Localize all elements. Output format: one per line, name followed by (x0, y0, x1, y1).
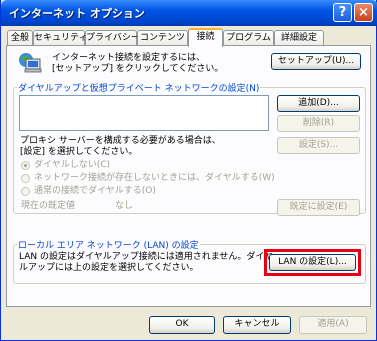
tab-content[interactable]: コンテンツ (137, 30, 188, 46)
radio-dial-when-no-network-label: ネットワーク接続が存在しないときには、ダイヤルする(W) (34, 173, 275, 183)
tab-privacy[interactable]: プライバシー (85, 30, 140, 46)
cancel-button[interactable]: キャンセル (223, 316, 291, 334)
radio-never-dial[interactable] (21, 161, 30, 170)
internet-options-dialog: インターネット オプション ? × 全般 セキュリティ プライバシー コンテンツ… (0, 0, 377, 341)
proxy-instruction-line1: プロキシ サーバーを構成する必要がある場合は、 (20, 136, 221, 146)
radio-never-dial-label: ダイヤルしない(C) (34, 160, 111, 170)
dialup-group-legend: ダイヤルアップと仮想プライベート ネットワークの設定(N) (17, 81, 261, 94)
add-connection-button[interactable]: 追加(D)... (277, 95, 360, 112)
tab-general[interactable]: 全般 (7, 30, 33, 46)
current-default-label: 現在の既定値 (21, 201, 76, 211)
close-button[interactable]: × (354, 3, 373, 22)
radio-dial-when-no-network[interactable] (21, 174, 30, 183)
tab-programs[interactable]: プログラム (223, 30, 274, 46)
apply-button[interactable]: 適用(A) (299, 316, 367, 334)
connections-panel: インターネット接続を設定するには、 [セットアップ] をクリックしてください。 … (6, 45, 371, 307)
radio-always-dial[interactable] (21, 187, 30, 196)
setup-instruction-line1: インターネット接続を設定するには、 (52, 53, 206, 63)
current-default-value: なし (115, 201, 134, 211)
lan-info-line1: LAN の設定はダイヤルアップ接続には適用されません。ダイヤ (19, 252, 274, 262)
setup-instruction-line2: [セットアップ] をクリックしてください。 (52, 64, 224, 74)
tab-advanced[interactable]: 詳細設定 (274, 30, 324, 46)
title-bar: インターネット オプション ? × (1, 0, 377, 26)
dialup-settings-button[interactable]: 設定(S)... (277, 137, 360, 154)
tab-security[interactable]: セキュリティ (33, 30, 87, 46)
window-title: インターネット オプション (9, 7, 145, 20)
setup-button[interactable]: セットアップ(U)... (271, 53, 361, 70)
tab-connections[interactable]: 接続 (188, 28, 223, 47)
lan-group-legend: ローカル エリア ネットワーク (LAN) の設定 (17, 238, 200, 251)
lan-settings-button[interactable]: LAN の設定(L)... (269, 254, 356, 271)
help-button[interactable]: ? (333, 3, 352, 22)
network-computer-icon (19, 53, 42, 73)
dialup-connections-list[interactable] (19, 95, 269, 131)
proxy-instruction-line2: [設定] を選択してください。 (20, 147, 138, 157)
remove-connection-button[interactable]: 削除(R) (277, 115, 360, 132)
set-default-button[interactable]: 既定に設定(E) (277, 199, 360, 216)
radio-always-dial-label: 通常の接続でダイヤルする(O) (34, 186, 156, 196)
lan-info-line2: ルアップには上の設定を選択してください。 (19, 263, 199, 273)
ok-button[interactable]: OK (149, 316, 215, 334)
